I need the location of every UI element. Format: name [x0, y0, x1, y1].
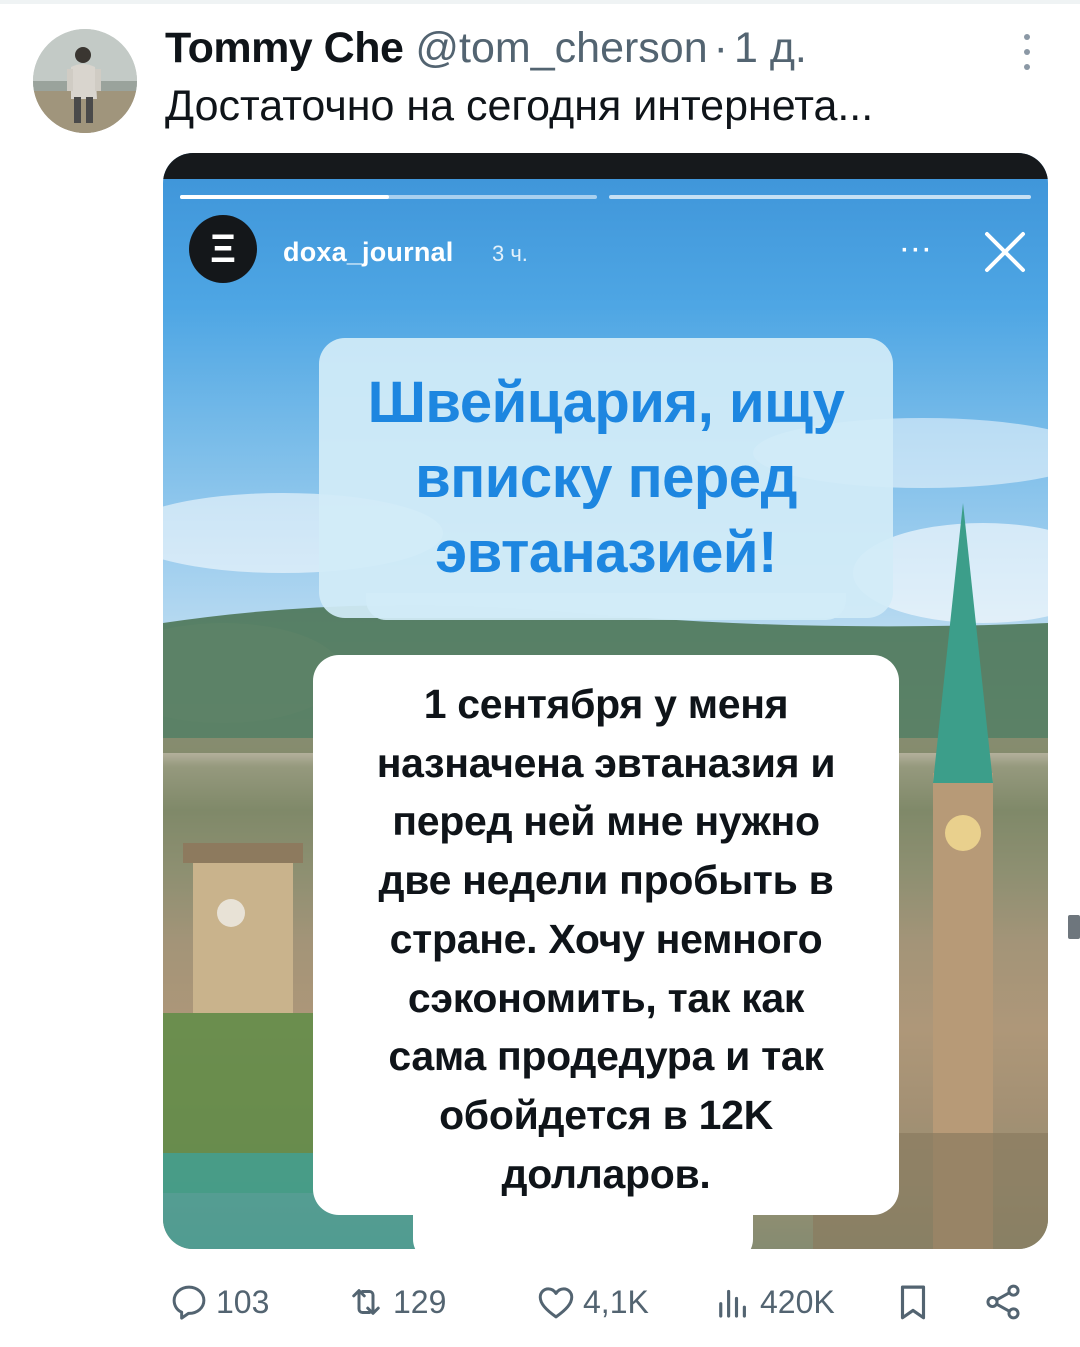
share-icon[interactable]	[982, 1281, 1024, 1323]
author-avatar[interactable]	[33, 29, 137, 133]
body-line: сама продедура и так	[388, 1033, 824, 1080]
tweet-header: Tommy Che @tom_cherson · 1 д.	[165, 24, 1080, 74]
like-count: 4,1K	[583, 1283, 649, 1320]
reply-icon	[172, 1285, 206, 1320]
tweet-action-bar: 103 129 4,1K 420K	[0, 1272, 1080, 1332]
headline-line: вписку перед	[415, 445, 797, 510]
story-topbar	[163, 153, 1048, 179]
views-button[interactable]: 420K	[712, 1272, 835, 1332]
more-dot	[1024, 34, 1030, 40]
author-name[interactable]: Tommy Che	[165, 24, 404, 73]
more-dot	[1024, 64, 1030, 70]
repost-button[interactable]: 129	[345, 1272, 446, 1332]
story-progress-fill	[180, 195, 389, 199]
body-line: обойдется в 12K	[439, 1091, 773, 1138]
bookmark-icon[interactable]	[892, 1281, 934, 1323]
avatar-photo	[33, 29, 137, 133]
separator-dot: ·	[713, 24, 728, 72]
tweet-media-image[interactable]: Ξ doxa_journal 3 ч. ··· Швейцария, ищу в…	[163, 153, 1048, 1249]
story-more-icon: ···	[901, 237, 934, 264]
body-line: перед ней мне нужно	[392, 798, 820, 845]
reply-button[interactable]: 103	[168, 1272, 269, 1332]
story-body-text: 1 сентября у меня назначена эвтаназия и …	[313, 675, 899, 1203]
more-dot	[1024, 49, 1030, 55]
story-avatar: Ξ	[189, 215, 257, 283]
body-line: две недели пробыть в	[378, 857, 834, 904]
tweet-time[interactable]: 1 д.	[734, 24, 807, 73]
views-count: 420K	[760, 1283, 835, 1320]
views-chart-icon	[719, 1289, 746, 1318]
story-headline: Швейцария, ищу вписку перед эвтаназией!	[319, 365, 893, 590]
heart-icon	[538, 1287, 574, 1319]
scrollbar-thumb[interactable]	[1068, 915, 1080, 939]
like-button[interactable]: 4,1K	[535, 1272, 649, 1332]
body-line: стране. Хочу немного	[389, 915, 823, 962]
repost-icon	[352, 1289, 380, 1315]
body-line: сэкономить, так как	[407, 974, 805, 1021]
top-divider	[0, 0, 1080, 4]
body-line: долларов.	[501, 1150, 711, 1197]
story-close-icon	[985, 232, 1025, 272]
headline-line: Швейцария, ищу	[367, 370, 845, 435]
body-line: 1 сентября у меня	[423, 681, 789, 727]
body-line: назначена эвтаназия и	[376, 739, 836, 786]
more-options-icon[interactable]	[1015, 30, 1039, 74]
author-handle[interactable]: @tom_cherson	[415, 24, 707, 73]
tweet-text: Достаточно на сегодня интернета...	[165, 82, 874, 130]
repost-count: 129	[393, 1283, 447, 1320]
headline-line: эвтаназией!	[435, 520, 777, 585]
story-username: doxa_journal	[283, 237, 454, 267]
story-progress-segment	[180, 195, 597, 199]
reply-count: 103	[216, 1283, 270, 1320]
headline-bubble-tail	[366, 593, 846, 620]
story-time: 3 ч.	[492, 241, 528, 266]
story-progress-segment	[609, 195, 1031, 199]
